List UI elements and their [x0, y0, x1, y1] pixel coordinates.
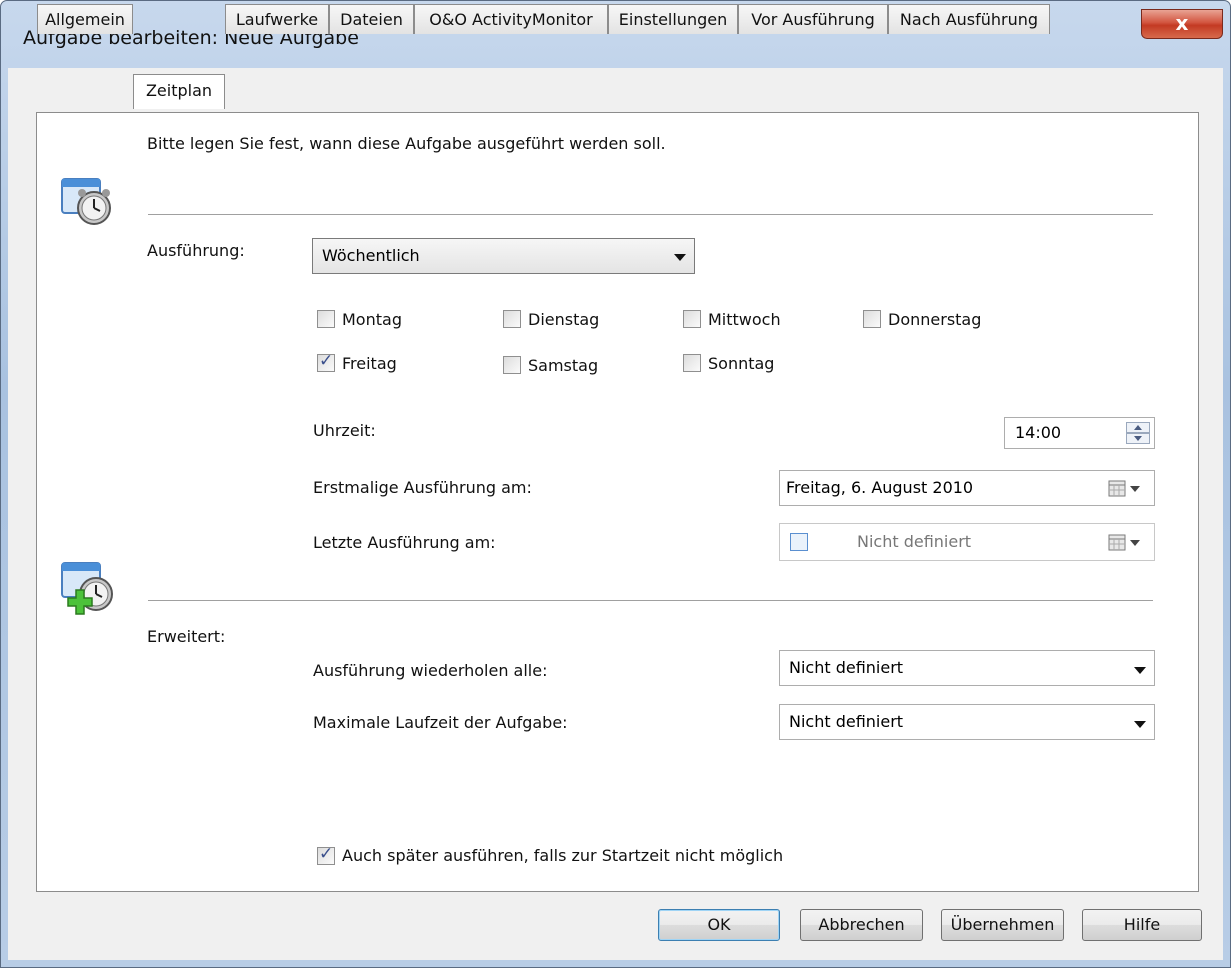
tab-einstellungen[interactable]: Einstellungen	[608, 4, 738, 34]
calendar-dropdown-icon[interactable]	[1108, 533, 1148, 553]
cancel-button[interactable]: Abbrechen	[800, 909, 923, 941]
tab-zeitplan[interactable]: Zeitplan	[133, 74, 225, 109]
first-run-datepicker[interactable]: Freitag, 6. August 2010	[779, 470, 1155, 506]
tab-activitymonitor[interactable]: O&O ActivityMonitor	[414, 4, 608, 34]
separator-advanced	[148, 600, 1153, 601]
close-button[interactable]: x	[1141, 9, 1223, 39]
intro-text: Bitte legen Sie fest, wann diese Aufgabe…	[147, 134, 666, 153]
max-runtime-label: Maximale Laufzeit der Aufgabe:	[313, 713, 568, 732]
label-mittwoch: Mittwoch	[708, 310, 781, 329]
label-montag: Montag	[342, 310, 402, 329]
tab-allgemein[interactable]: Allgemein	[37, 4, 133, 34]
last-run-label: Letzte Ausführung am:	[313, 533, 496, 552]
chevron-down-icon	[674, 254, 686, 261]
run-later-label: Auch später ausführen, falls zur Startze…	[342, 846, 784, 865]
checkbox-donnerstag[interactable]	[863, 310, 881, 328]
first-run-label: Erstmalige Ausführung am:	[313, 478, 532, 497]
execution-value: Wöchentlich	[322, 246, 420, 265]
label-samstag: Samstag	[528, 356, 599, 375]
max-runtime-value: Nicht definiert	[789, 712, 904, 731]
run-later-checkbox[interactable]	[317, 844, 335, 865]
apply-button[interactable]: Übernehmen	[941, 909, 1064, 941]
ok-button[interactable]: OK	[658, 909, 780, 941]
repeat-label: Ausführung wiederholen alle:	[313, 661, 548, 680]
first-run-value: Freitag, 6. August 2010	[786, 478, 974, 497]
label-freitag: Freitag	[342, 354, 397, 373]
checkbox-samstag[interactable]	[503, 356, 521, 374]
label-donnerstag: Donnerstag	[888, 310, 982, 329]
max-runtime-dropdown[interactable]: Nicht definiert	[779, 704, 1155, 740]
schedule-clock-icon	[61, 178, 111, 225]
time-input[interactable]: 14:00	[1004, 417, 1155, 449]
label-dienstag: Dienstag	[528, 310, 600, 329]
separator-top	[148, 214, 1153, 215]
time-label: Uhrzeit:	[313, 421, 376, 440]
repeat-dropdown[interactable]: Nicht definiert	[779, 650, 1155, 686]
repeat-value: Nicht definiert	[789, 658, 904, 677]
calendar-dropdown-icon[interactable]	[1108, 479, 1148, 499]
last-run-value: Nicht definiert	[857, 532, 972, 551]
time-value: 14:00	[1015, 423, 1062, 442]
last-run-enable-checkbox[interactable]	[790, 533, 808, 551]
label-sonntag: Sonntag	[708, 354, 775, 373]
tab-dateien[interactable]: Dateien	[329, 4, 414, 34]
tab-laufwerke[interactable]: Laufwerke	[225, 4, 329, 34]
last-run-datepicker[interactable]: Nicht definiert	[779, 523, 1155, 561]
chevron-down-icon	[1134, 721, 1146, 728]
chevron-down-icon	[1134, 667, 1146, 674]
checkbox-montag[interactable]	[317, 310, 335, 328]
tab-vor-ausfuehrung[interactable]: Vor Ausführung	[738, 4, 888, 34]
checkbox-sonntag[interactable]	[683, 354, 701, 372]
advanced-schedule-add-icon	[61, 562, 113, 615]
checkbox-mittwoch[interactable]	[683, 310, 701, 328]
checkbox-dienstag[interactable]	[503, 310, 521, 328]
spinner-icon[interactable]	[1126, 422, 1150, 444]
advanced-label: Erweitert:	[147, 627, 226, 646]
execution-dropdown[interactable]: Wöchentlich	[312, 238, 695, 274]
help-button[interactable]: Hilfe	[1082, 909, 1202, 941]
checkbox-freitag[interactable]	[317, 351, 335, 372]
execution-label: Ausführung:	[147, 241, 245, 260]
tab-nach-ausfuehrung[interactable]: Nach Ausführung	[888, 4, 1050, 34]
